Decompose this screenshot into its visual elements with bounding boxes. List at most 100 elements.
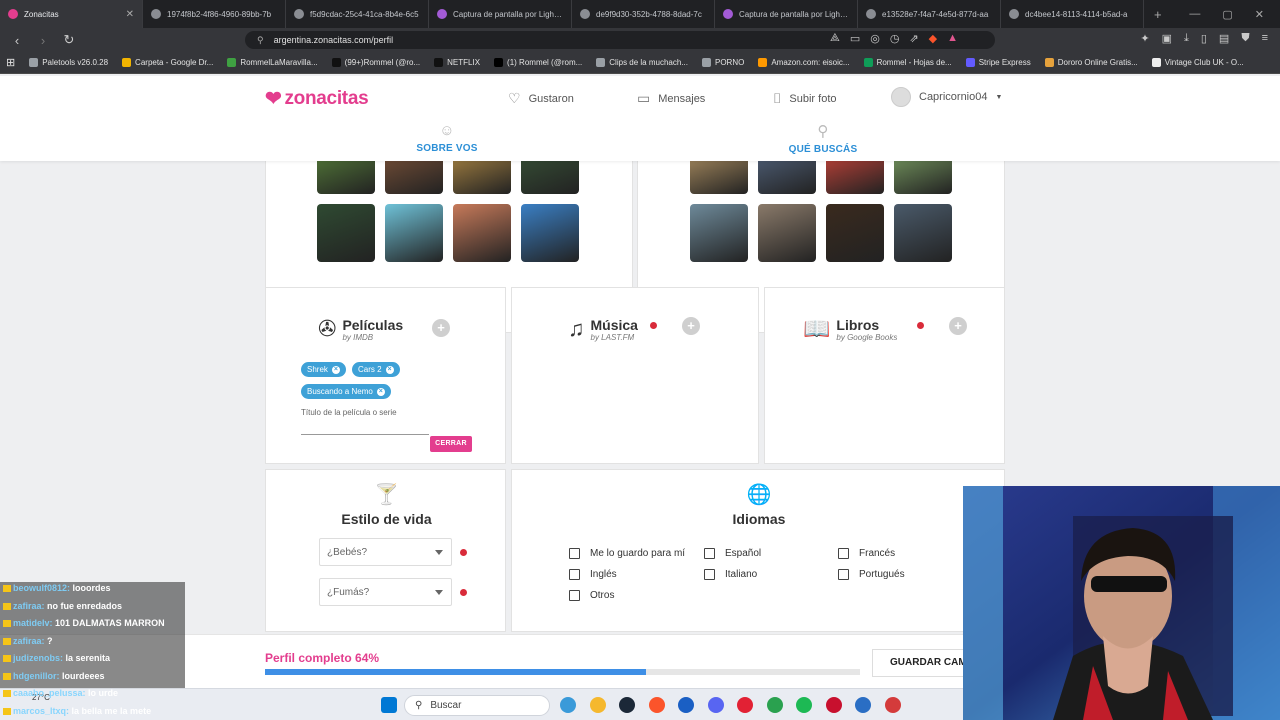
taskbar-app-icon[interactable] xyxy=(737,697,753,713)
tab-que-buscas[interactable]: ⚲ QUÉ BUSCÁS xyxy=(788,122,858,155)
checkbox[interactable] xyxy=(569,569,580,580)
brave-shield-icon[interactable]: ◆ xyxy=(929,32,937,45)
browser-tab[interactable]: 1974f8b2-4f86-4960-89bb-7b xyxy=(143,0,286,28)
interest-photo[interactable] xyxy=(826,204,884,262)
pelicula-search-input[interactable] xyxy=(301,434,429,435)
taskbar-app-icon[interactable] xyxy=(707,697,724,713)
lang-otros[interactable]: Otros xyxy=(569,590,614,601)
apps-icon[interactable]: ⊞ xyxy=(6,56,15,69)
remove-chip-icon[interactable]: × xyxy=(376,387,385,396)
screen-icon[interactable]: ▭ xyxy=(850,32,860,45)
user-menu[interactable]: Capricornio04 ▼ xyxy=(891,87,1002,107)
taskbar-app-icon[interactable] xyxy=(589,697,606,713)
lang-frances[interactable]: Francés xyxy=(838,548,895,559)
bookmark-item[interactable]: RommelLaMaravilla... xyxy=(227,58,318,67)
add-musica-button[interactable]: + xyxy=(682,317,700,335)
forward-icon[interactable]: › xyxy=(36,33,50,48)
interest-photo[interactable] xyxy=(690,204,748,262)
share-icon[interactable]: ⇗ xyxy=(909,32,918,45)
add-libros-button[interactable]: + xyxy=(949,317,967,335)
bookmark-item[interactable]: (1) Rommel (@rom... xyxy=(494,58,582,67)
lang-portugues[interactable]: Portugués xyxy=(838,569,905,580)
remove-chip-icon[interactable]: × xyxy=(331,365,340,374)
chip-buscando-a-nemo[interactable]: Buscando a Nemo × xyxy=(301,384,391,399)
checkbox[interactable] xyxy=(838,548,849,559)
taskbar-app-icon[interactable] xyxy=(855,697,871,713)
bookmark-item[interactable]: NETFLIX xyxy=(434,58,480,67)
taskbar-app-icon[interactable] xyxy=(825,697,842,713)
bookmark-item[interactable]: Carpeta - Google Dr... xyxy=(122,58,213,67)
cerrar-button[interactable]: CERRAR xyxy=(430,436,472,452)
bookmark-item[interactable]: Paletools v26.0.28 xyxy=(29,58,108,67)
bookmark-item[interactable]: (99+)Rommel (@ro... xyxy=(331,58,420,67)
minimize-icon[interactable]: — xyxy=(1189,8,1200,21)
chip-shrek[interactable]: Shrek × xyxy=(301,362,346,377)
bookmark-item[interactable]: Dororo Online Gratis... xyxy=(1044,58,1138,67)
browser-tab[interactable]: f5d9cdac-25c4-41ca-8b4e-6c5 xyxy=(286,0,429,28)
lang-me-lo-guardo[interactable]: Me lo guardo para mí xyxy=(569,548,685,559)
history-icon[interactable]: ◷ xyxy=(890,32,900,45)
lang-espanol[interactable]: Español xyxy=(704,548,761,559)
checkbox[interactable] xyxy=(838,569,849,580)
bookmark-item[interactable]: Stripe Express xyxy=(965,58,1031,67)
site-logo[interactable]: ❤ zonacitas xyxy=(265,86,369,111)
download-icon[interactable]: ⤓ xyxy=(1184,32,1189,45)
bookmark-item[interactable]: PORNO xyxy=(701,58,744,67)
browser-tab[interactable]: dc4bee14-8113-4114-b5ad-a xyxy=(1001,0,1144,28)
translate-icon[interactable]: ⟁ xyxy=(830,32,840,45)
nav-gustaron[interactable]: ♡ Gustaron xyxy=(508,90,574,107)
bookmark-item[interactable]: Clips de la muchach... xyxy=(596,58,688,67)
taskbar-app-icon[interactable] xyxy=(678,697,694,713)
browser-tab[interactable]: Captura de pantalla por Lightsh xyxy=(429,0,572,28)
taskbar-search[interactable]: ⚲ Buscar xyxy=(404,695,550,716)
bebes-select[interactable]: ¿Bebés? xyxy=(319,538,452,566)
checkbox[interactable] xyxy=(704,548,715,559)
browser-tab[interactable]: e13528e7-f4a7-4e5d-877d-aa xyxy=(858,0,1001,28)
puzzle-icon[interactable]: ✦ xyxy=(1140,32,1149,45)
interest-photo[interactable] xyxy=(317,204,375,262)
bookmark-item[interactable]: Vintage Club UK - O... xyxy=(1151,58,1244,67)
browser-tab[interactable]: de9f9d30-352b-4788-8dad-7c xyxy=(572,0,715,28)
lang-italiano[interactable]: Italiano xyxy=(704,569,757,580)
start-icon[interactable] xyxy=(381,697,397,713)
bookmark-item[interactable]: Amazon.com: eisoic... xyxy=(758,58,850,67)
browser-tab[interactable]: Captura de pantalla por Lightsh xyxy=(715,0,858,28)
nav-subir-foto[interactable]: ⌷ Subir foto xyxy=(773,90,837,107)
checkbox[interactable] xyxy=(569,590,580,601)
browser-tab[interactable]: Zonacitas ✕ xyxy=(0,0,143,28)
new-tab-button[interactable]: + xyxy=(1144,7,1162,22)
taskbar-app-icon[interactable] xyxy=(884,697,901,713)
interest-photo[interactable] xyxy=(453,204,511,262)
menu-icon[interactable]: ≡ xyxy=(1262,32,1268,45)
wallet-icon[interactable]: ▣ xyxy=(1162,32,1172,45)
site-info-icon[interactable]: ⚲ xyxy=(257,35,264,46)
fumas-select[interactable]: ¿Fumás? xyxy=(319,578,452,606)
lang-ingles[interactable]: Inglés xyxy=(569,569,617,580)
interest-photo[interactable] xyxy=(894,204,952,262)
chip-cars2[interactable]: Cars 2 × xyxy=(352,362,400,377)
maximize-icon[interactable]: ▢ xyxy=(1222,8,1232,21)
nav-mensajes[interactable]: ▭ Mensajes xyxy=(637,90,705,107)
sidebar-icon[interactable]: ▯ xyxy=(1201,32,1207,45)
bookmark-item[interactable]: Rommel - Hojas de... xyxy=(863,58,952,67)
reload-icon[interactable]: ↻ xyxy=(62,32,76,48)
extension-icon[interactable]: ◎ xyxy=(870,32,880,45)
taskbar-app-icon[interactable] xyxy=(648,697,665,713)
checkbox[interactable] xyxy=(569,548,580,559)
taskbar-app-icon[interactable] xyxy=(766,697,783,713)
wallet2-icon[interactable]: ▤ xyxy=(1219,32,1229,45)
interest-photo[interactable] xyxy=(758,204,816,262)
interest-photo[interactable] xyxy=(385,204,443,262)
url-text[interactable]: argentina.zonacitas.com/perfil xyxy=(274,35,394,45)
vpn-icon[interactable]: ⛊ xyxy=(1241,32,1249,45)
tab-sobre-vos[interactable]: ☺ SOBRE VOS xyxy=(416,122,478,154)
taskbar-app-icon[interactable] xyxy=(619,697,635,713)
remove-chip-icon[interactable]: × xyxy=(385,365,394,374)
taskbar-app-icon[interactable] xyxy=(560,697,576,713)
close-window-icon[interactable]: ✕ xyxy=(1255,8,1264,21)
checkbox[interactable] xyxy=(704,569,715,580)
rewards-icon[interactable]: ▲ xyxy=(947,32,958,45)
back-icon[interactable]: ‹ xyxy=(10,33,24,48)
close-tab-icon[interactable]: ✕ xyxy=(126,9,134,20)
interest-photo[interactable] xyxy=(521,204,579,262)
